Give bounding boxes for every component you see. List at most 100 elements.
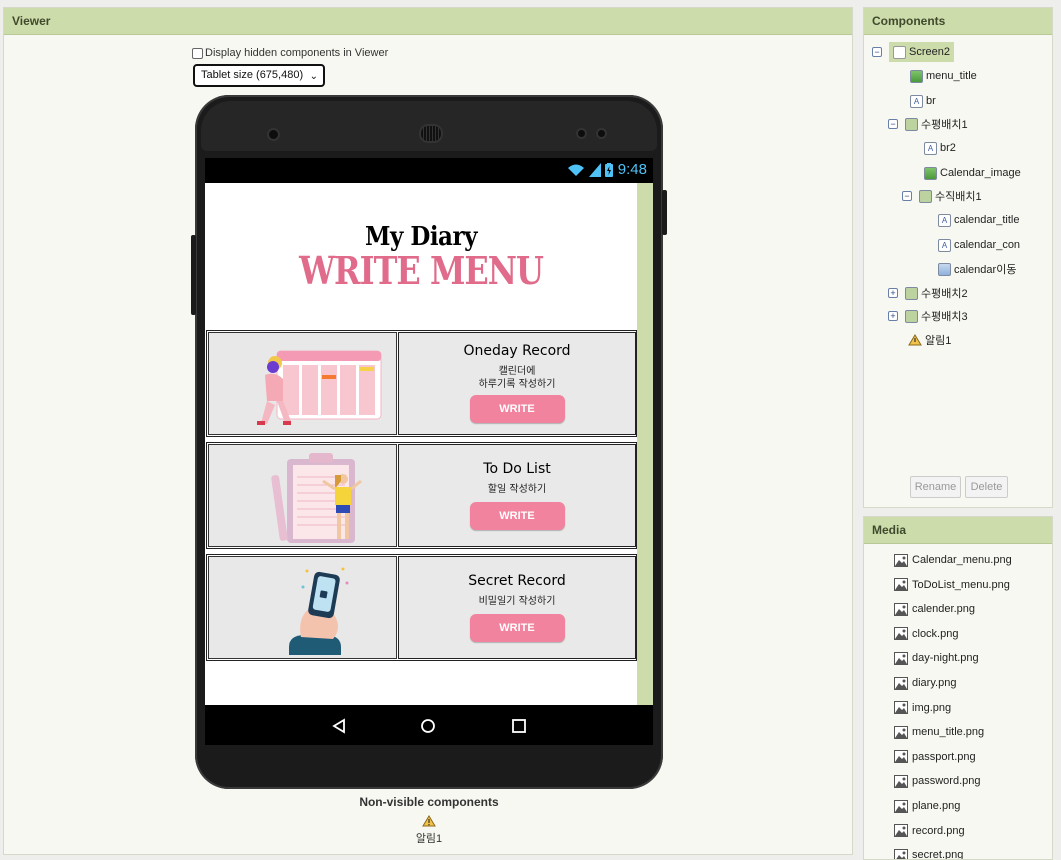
card-title: To Do List <box>483 461 551 477</box>
card-info: To Do List 할일 작성하기 WRITE <box>398 444 636 547</box>
menu-title-image: My Diary WRITE MENU <box>205 221 637 294</box>
components-title: Components <box>864 8 1052 35</box>
media-file-item[interactable]: ToDoList_menu.png <box>894 575 1010 595</box>
write-button[interactable]: WRITE <box>469 614 565 642</box>
viewer-panel: Viewer Display hidden components in View… <box>3 7 853 855</box>
media-file-name: Calendar_menu.png <box>912 554 1012 566</box>
tree-node-screen2[interactable]: − Screen2 <box>872 42 954 62</box>
tree-node-label: menu_title <box>926 70 977 82</box>
tree-node-label: 수직배치1 <box>935 191 982 203</box>
tree-node-hbox1[interactable]: − 수평배치1 <box>888 114 968 134</box>
rename-button[interactable]: Rename <box>910 476 961 498</box>
sensor-icon <box>598 130 605 137</box>
media-file-name: passport.png <box>912 750 976 763</box>
write-button[interactable]: WRITE <box>469 502 565 530</box>
image-file-icon <box>894 676 908 690</box>
card-desc: 비밀일기 작성하기 <box>399 595 635 608</box>
media-file-item[interactable]: Calendar_menu.png <box>894 550 1012 570</box>
expand-icon[interactable]: + <box>888 288 898 298</box>
tree-node-br[interactable]: A br <box>910 91 936 111</box>
chevron-down-icon: ⌄ <box>309 71 318 82</box>
collapse-icon[interactable]: − <box>888 119 898 129</box>
vertical-arrangement-icon <box>919 189 932 203</box>
media-file-item[interactable]: plane.png <box>894 796 960 816</box>
collapse-icon[interactable]: − <box>872 47 882 57</box>
power-button <box>662 190 667 235</box>
collapse-icon[interactable]: − <box>902 191 912 201</box>
card-info: Secret Record 비밀일기 작성하기 WRITE <box>398 556 636 659</box>
media-file-item[interactable]: secret.png <box>894 845 963 859</box>
nonvisible-item-notifier[interactable]: 알림1 <box>409 815 449 846</box>
tree-node-vbox1[interactable]: − 수직배치1 <box>902 186 982 206</box>
nonvisible-components-title: Non-visible components <box>359 795 499 809</box>
media-file-item[interactable]: img.png <box>894 698 951 718</box>
status-icons <box>567 163 613 177</box>
display-hidden-toggle[interactable]: Display hidden components in Viewer <box>192 47 388 59</box>
tree-node-notifier[interactable]: 알림1 <box>908 330 951 350</box>
tree-node-label: 수평배치2 <box>921 288 968 300</box>
tree-node-hbox2[interactable]: + 수평배치2 <box>888 283 968 303</box>
phone-lock-art-icon <box>289 567 349 655</box>
media-file-item[interactable]: clock.png <box>894 624 958 644</box>
secret-illustration <box>208 556 397 659</box>
calendar-illustration <box>208 332 397 435</box>
phone-frame: 9:48 My Diary WRITE MENU Oneday Record 캘… <box>191 95 667 789</box>
device-size-select[interactable]: Tablet size (675,480) ⌄ <box>193 64 325 87</box>
horizontal-arrangement-icon <box>905 117 918 131</box>
media-file-name: clock.png <box>912 627 959 640</box>
card-todo-list: To Do List 할일 작성하기 WRITE <box>206 442 637 549</box>
tree-node-label: calendar_con <box>954 239 1021 251</box>
delete-button[interactable]: Delete <box>965 476 1008 498</box>
card-title: Oneday Record <box>463 343 571 359</box>
tree-node-calendar-title[interactable]: A calendar_title <box>938 210 1019 230</box>
horizontal-arrangement-icon <box>905 286 918 300</box>
signal-icon <box>589 163 601 177</box>
media-file-item[interactable]: passport.png <box>894 747 976 767</box>
tree-node-calendar-con[interactable]: A calendar_con <box>938 235 1020 255</box>
image-file-icon <box>894 774 908 788</box>
image-file-icon <box>894 848 908 859</box>
card-desc-line1: 비밀일기 작성하기 <box>478 596 556 607</box>
media-file-name: password.png <box>912 775 981 788</box>
tree-node-label: Calendar_image <box>940 167 1021 179</box>
card-desc: 캘린더에 하루기록 작성하기 <box>399 365 635 391</box>
calendar-art-icon <box>257 350 382 425</box>
media-file-item[interactable]: day-night.png <box>894 648 979 668</box>
tree-node-label: Screen2 <box>909 46 950 58</box>
display-hidden-checkbox[interactable] <box>192 47 203 59</box>
button-icon <box>938 262 951 276</box>
app-content: My Diary WRITE MENU Oneday Record 캘린더에 하… <box>205 183 637 705</box>
media-file-item[interactable]: calender.png <box>894 599 975 619</box>
card-oneday-record: Oneday Record 캘린더에 하루기록 작성하기 WRITE <box>206 330 637 437</box>
image-icon <box>924 166 937 180</box>
tree-node-calendar-move[interactable]: calendar이동 <box>938 259 1016 279</box>
expand-icon[interactable]: + <box>888 311 898 321</box>
media-file-name: menu_title.png <box>912 726 985 739</box>
screen-scrollbar[interactable] <box>637 183 653 705</box>
media-panel: Media Calendar_menu.png ToDoList_menu.png… <box>863 516 1053 860</box>
tree-node-br2[interactable]: A br2 <box>924 138 956 158</box>
tree-node-label: br <box>926 95 936 107</box>
recents-icon[interactable] <box>511 718 527 734</box>
tree-node-calendar-image[interactable]: Calendar_image <box>924 163 1021 183</box>
wifi-icon <box>568 164 584 176</box>
media-file-item[interactable]: record.png <box>894 821 965 841</box>
sensor-icon <box>578 130 585 137</box>
card-info: Oneday Record 캘린더에 하루기록 작성하기 WRITE <box>398 332 636 435</box>
tree-node-hbox3[interactable]: + 수평배치3 <box>888 306 968 326</box>
write-button[interactable]: WRITE <box>469 395 565 423</box>
home-icon[interactable] <box>420 718 436 734</box>
media-file-name: img.png <box>912 701 952 714</box>
back-icon[interactable] <box>331 718 347 734</box>
phone-top-bezel <box>201 101 657 151</box>
clipboard-art-icon <box>271 453 362 543</box>
components-panel: Components − Screen2 menu_title A br − 수… <box>863 7 1053 508</box>
media-file-item[interactable]: diary.png <box>894 673 956 693</box>
image-file-icon <box>894 750 908 764</box>
image-file-icon <box>894 627 908 641</box>
card-desc: 할일 작성하기 <box>399 483 635 496</box>
media-file-item[interactable]: menu_title.png <box>894 722 984 742</box>
tree-node-menu-title[interactable]: menu_title <box>910 66 977 86</box>
android-nav-bar <box>205 705 653 745</box>
media-file-item[interactable]: password.png <box>894 771 981 791</box>
